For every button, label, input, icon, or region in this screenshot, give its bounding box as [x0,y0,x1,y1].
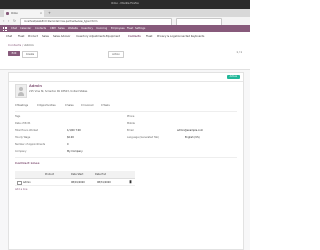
field-value-email[interactable]: admin@example.com [177,129,203,132]
module-menu-item[interactable]: Chat [6,35,12,38]
forward-button[interactable]: › [8,19,9,23]
app-menu-item[interactable]: Inventory [81,27,93,30]
apps-grid-icon[interactable] [3,26,7,31]
field-value-hours[interactable]: 1/1/00 7:00 [67,129,81,132]
divider [15,157,237,158]
lines-table-header: Product Date Start Date End [15,171,135,179]
column-header-end[interactable]: Date End [95,173,106,176]
row-product: Admin [23,180,31,184]
field-label-appointments: Number of Appointments [15,143,46,146]
field-value-appointments[interactable]: 0 [67,143,69,146]
smart-button-opportunities[interactable]: 0 Opportunities [37,103,56,108]
field-label-company: Company [15,150,27,153]
status-badge[interactable]: Active [226,74,240,79]
column-header-product[interactable]: Product [45,173,54,176]
field-label-phone: Phone [127,115,135,118]
new-tab-button[interactable]: + [48,11,51,15]
module-menu-item-active[interactable]: Contacts [128,35,141,38]
module-menu-item[interactable]: Sales Advisor [53,35,70,38]
app-menu-item[interactable]: Settings [135,27,145,30]
table-row[interactable]: Admin 08/01/2020 08/31/2020 [15,179,135,186]
field-label-hours: Total Hours Worked [15,129,39,132]
row-date-start: 08/01/2020 [71,180,85,184]
app-menu-item[interactable]: Chat [11,27,17,30]
browser-tab-bar: Odoo × + [0,9,250,17]
window-titlebar: Odoo - Mozilla Firefox [0,0,250,9]
app-menu-item[interactable]: Contacts [35,27,46,30]
field-label-birth: Date of Birth [15,122,31,125]
avatar[interactable] [15,84,27,98]
module-menu-item[interactable]: Privacy & Logs [157,35,176,38]
app-menu-item[interactable]: CRM [50,27,56,30]
browser-extension-icons [224,19,248,34]
field-label-tags: Tags [15,115,21,118]
close-tab-icon[interactable]: × [40,12,42,15]
module-menu-item[interactable]: Fleet [146,35,152,38]
add-line-link[interactable]: Add a line [15,188,27,191]
module-menu-item[interactable]: Sales [42,35,49,38]
app-menu-item[interactable]: Sales [58,27,65,30]
module-menu-item[interactable]: Inventory Adjustments [76,35,105,38]
window-title: Odoo - Mozilla Firefox [111,2,139,5]
app-menu-item[interactable]: Fleet [127,27,133,30]
odoo-favicon-icon [6,12,9,15]
create-button[interactable]: Create [22,51,38,58]
column-header-start[interactable]: Date Start [71,173,83,176]
reload-button[interactable]: ↻ [13,19,16,23]
app-menu-bar: Chat Calendar Contacts CRM Sales Website… [0,25,250,42]
breadcrumb-current: Admin [24,43,34,47]
record-address[interactable]: 215 Vine St, Scranton PA 18503, United S… [29,90,87,93]
module-menu-item[interactable]: Equipment [106,35,120,38]
breadcrumb-parent[interactable]: Contacts [8,43,21,47]
address-bar-url: localhost/web#id=1&model=res.partner&vie… [24,20,98,23]
pager[interactable]: 1 / 1 [236,51,242,54]
app-menu-item[interactable]: Invoicing [96,27,107,30]
app-menu-item[interactable]: Calendar [20,27,31,30]
form-sheet: Active Admin 215 Vine St, Scranton PA 18… [8,72,244,250]
app-menu-item[interactable]: Employees [111,27,125,30]
smart-button-tasks[interactable]: 0 Tasks [101,103,110,108]
statusbar: Active [9,73,243,82]
field-label-wage: Hourly Wage [15,136,31,139]
module-menu-item[interactable]: Fleet [18,35,24,38]
control-panel: Contacts / Admin Edit Create Action 1 / … [0,40,250,70]
field-value-company[interactable]: My Company [67,150,83,153]
breadcrumb: Contacts / Admin [8,43,34,47]
systray [228,27,246,42]
field-value-language[interactable]: English (US) [185,136,200,139]
avatar-placeholder-icon [19,87,23,91]
field-label-language: Language (Generated Tab) [127,136,159,139]
row-date-end: 08/31/2020 [97,180,111,184]
field-label-mobile: Mobile [127,122,135,125]
field-label-email: Email [127,129,134,132]
smart-button-sales[interactable]: 0 Sales [65,103,74,108]
action-dropdown[interactable]: Action [108,51,124,58]
trash-icon[interactable] [129,180,132,184]
smart-button-invoiced[interactable]: 0 Invoiced [81,103,93,108]
module-menu-item[interactable]: Connected Keyboards [176,35,204,38]
browser-tab[interactable]: Odoo × [4,10,44,17]
screen: Odoo - Mozilla Firefox Odoo × + ‹ › ↻ lo… [0,0,250,250]
browser-tab-label: Odoo [11,11,18,15]
record-name[interactable]: Admin [29,84,42,88]
section-title: Contract Lines [15,161,40,165]
smart-button-meetings[interactable]: 0 Meetings [15,103,28,108]
divider [15,111,237,112]
back-button[interactable]: ‹ [3,19,4,23]
app-menu-item[interactable]: Website [68,27,78,30]
edit-button[interactable]: Edit [8,51,20,56]
field-value-wage[interactable]: $0.00 [67,136,74,139]
row-checkbox[interactable] [17,180,22,185]
module-menu-item[interactable]: Product [28,35,38,38]
